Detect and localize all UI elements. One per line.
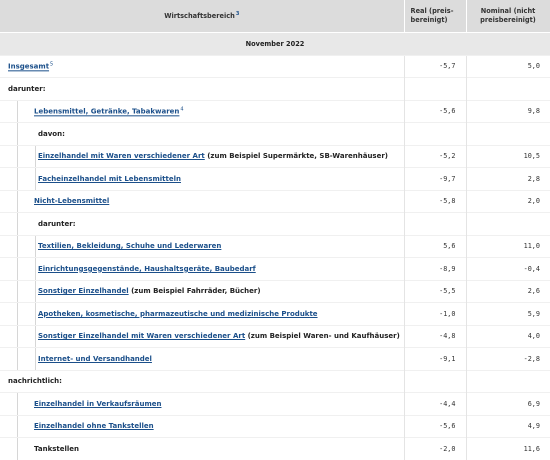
table-row: Nicht-Lebensmittel -5,8 2,0 (0, 189, 550, 213)
nominal-value: 11,6 (465, 437, 550, 460)
real-value: -5,8 (403, 189, 466, 213)
table-row: Apotheken, kosmetische, pharmazeutische … (0, 302, 550, 325)
nominal-value: 2,6 (465, 279, 550, 303)
row-link[interactable]: Lebensmittel, Getränke, Tabakwaren (34, 108, 179, 116)
group-label: nachrichtlich: (8, 377, 62, 386)
nominal-value: 4,9 (465, 414, 550, 438)
table-row: Lebensmittel, Getränke, Tabakwaren4 -5,6… (0, 99, 550, 123)
nominal-value: 2,0 (465, 189, 550, 213)
row-link[interactable]: Nicht-Lebensmittel (34, 197, 109, 205)
nominal-value: 10,5 (465, 144, 550, 168)
nominal-value: 9,8 (465, 99, 550, 123)
nominal-value: -0,4 (465, 257, 550, 280)
table-row: Insgesamt5 -5,7 5,0 (0, 54, 550, 78)
row-link[interactable]: Sonstiger Einzelhandel mit Waren verschi… (38, 332, 245, 340)
period-label: November 2022 (0, 31, 550, 55)
group-label: davon: (38, 129, 65, 138)
row-link[interactable]: Insgesamt (8, 63, 49, 71)
real-value: -4,8 (403, 324, 466, 348)
footnote-link[interactable]: 4 (180, 107, 183, 113)
table-row: Sonstiger Einzelhandel mit Waren verschi… (0, 324, 550, 348)
retail-sales-table: Wirtschaftsbereich3 Real (preis-bereinig… (0, 0, 550, 460)
row-link[interactable]: Einzelhandel ohne Tankstellen (34, 422, 154, 430)
nominal-value: 5,9 (465, 302, 550, 325)
real-value: -8,9 (403, 257, 466, 280)
table-row: darunter: (0, 77, 550, 100)
header-real: Real (preis-bereinigt) (404, 0, 467, 32)
real-value: -2,0 (403, 437, 466, 460)
header-nominal: Nominal (nicht preisbereinigt) (466, 0, 550, 32)
table-row: darunter: (0, 212, 550, 235)
real-value: -5,2 (403, 144, 466, 168)
table-row: davon: (0, 122, 550, 145)
group-label: darunter: (38, 219, 76, 228)
period-row: November 2022 (0, 31, 550, 55)
row-label: Tankstellen (34, 444, 80, 453)
table-header-row: Wirtschaftsbereich3 Real (preis-bereinig… (0, 0, 550, 32)
group-label: darunter: (8, 84, 46, 93)
real-value: -5,7 (403, 54, 466, 78)
table-row: Einzelhandel ohne Tankstellen -5,6 4,9 (0, 414, 550, 438)
nominal-value: 11,0 (465, 234, 550, 258)
footnote-link[interactable]: 5 (50, 62, 53, 68)
nominal-value: 4,0 (465, 324, 550, 348)
table-row: Sonstiger Einzelhandel (zum Beispiel Fah… (0, 279, 550, 303)
real-value: -5,6 (403, 99, 466, 123)
real-value: -9,1 (403, 347, 466, 370)
nominal-value: 2,8 (465, 167, 550, 190)
row-link[interactable]: Einzelhandel in Verkaufsräumen (34, 400, 161, 408)
row-link[interactable]: Facheinzelhandel mit Lebensmitteln (38, 175, 181, 183)
row-link[interactable]: Textilien, Bekleidung, Schuhe und Lederw… (38, 242, 221, 250)
row-link[interactable]: Einzelhandel mit Waren verschiedener Art (38, 152, 205, 160)
table-row: Internet- und Versandhandel -9,1 -2,8 (0, 347, 550, 370)
real-value: -4,4 (403, 392, 466, 415)
nominal-value: 5,0 (465, 54, 550, 78)
row-link[interactable]: Einrichtungsgegenstände, Haushaltsgeräte… (38, 265, 256, 273)
table-row: Einrichtungsgegenstände, Haushaltsgeräte… (0, 257, 550, 280)
header-wirtschaftsbereich: Wirtschaftsbereich3 (0, 0, 405, 32)
row-link[interactable]: Sonstiger Einzelhandel (38, 287, 129, 295)
real-value: -5,6 (403, 414, 466, 438)
table-row: Textilien, Bekleidung, Schuhe und Lederw… (0, 234, 550, 258)
real-value: -5,5 (403, 279, 466, 303)
footnote-link[interactable]: 3 (236, 11, 239, 17)
real-value: 5,6 (403, 234, 466, 258)
row-link[interactable]: Apotheken, kosmetische, pharmazeutische … (38, 310, 318, 318)
row-link[interactable]: Internet- und Versandhandel (38, 355, 152, 363)
table-row: Tankstellen -2,0 11,6 (0, 437, 550, 460)
real-value: -1,0 (403, 302, 466, 325)
table-row: Einzelhandel in Verkaufsräumen -4,4 6,9 (0, 392, 550, 415)
table-row: nachrichtlich: (0, 369, 550, 393)
table-row: Einzelhandel mit Waren verschiedener Art… (0, 144, 550, 168)
nominal-value: 6,9 (465, 392, 550, 415)
table-row: Facheinzelhandel mit Lebensmitteln -9,7 … (0, 167, 550, 190)
real-value: -9,7 (403, 167, 466, 190)
nominal-value: -2,8 (465, 347, 550, 370)
